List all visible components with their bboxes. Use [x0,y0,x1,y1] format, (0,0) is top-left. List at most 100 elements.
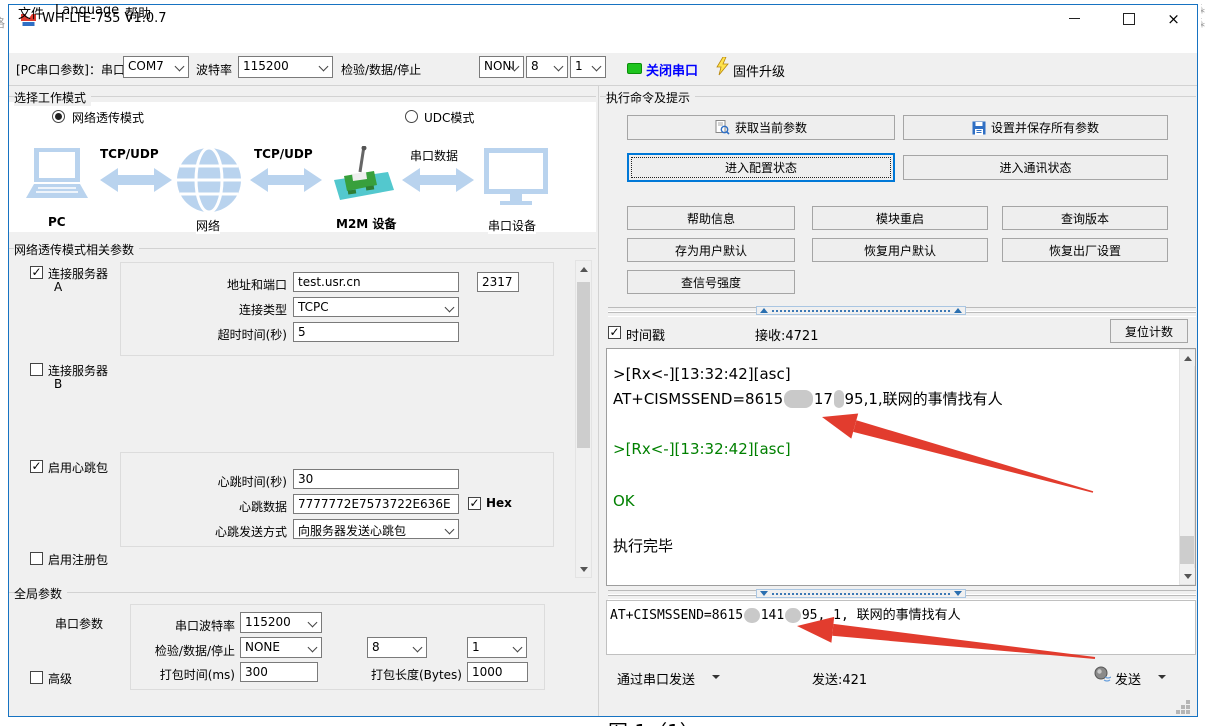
enter-comm-button[interactable]: 进入通讯状态 [903,155,1168,180]
menu-file[interactable]: 文件 [14,2,48,23]
advanced-label: 高级 [48,670,72,687]
conn-type-select[interactable]: TCPC [293,297,459,317]
heartbeat-label: 启用心跳包 [48,459,108,476]
firmware-upgrade-button[interactable]: 固件升级 [733,61,785,80]
tx-count: 发送:421 [812,669,867,688]
lightning-icon [716,57,729,76]
commands-header: 执行命令及提示 [606,89,695,106]
pack-len-label: 打包长度(Bytes) [360,666,462,683]
log-line: OK [613,492,635,510]
databits-select[interactable]: 8 [526,56,568,78]
log-line: 执行完毕 [613,535,673,556]
enter-config-button[interactable]: 进入配置状态 [627,153,895,182]
timeout-field[interactable]: 5 [293,322,459,342]
diagram-link1-label: TCP/UDP [100,147,159,161]
maximize-button[interactable] [1106,5,1151,32]
log-output[interactable] [606,348,1196,586]
send-button[interactable]: 发送 [1115,669,1141,688]
scroll-up-button[interactable] [576,261,591,277]
collapse-down-icon [760,591,768,596]
global-databits-select[interactable]: 8 [367,637,427,658]
scrollbar-thumb[interactable] [1180,536,1194,564]
server-a-checkbox[interactable] [30,266,43,279]
hb-data-field[interactable]: 7777772E7573722E636E [293,494,459,514]
parity-select[interactable]: NONI [479,56,524,78]
menu-language[interactable]: Language [51,2,123,19]
close-icon: × [1167,10,1180,28]
global-parity-select[interactable]: NONE [240,637,322,658]
close-button[interactable]: × [1151,5,1196,32]
signal-strength-button[interactable]: 查信号强度 [627,270,795,294]
query-version-button[interactable]: 查询版本 [1002,206,1168,230]
server-a-label-line2: A [54,280,62,294]
hb-mode-select[interactable]: 向服务器发送心跳包 [293,519,459,539]
register-checkbox[interactable] [30,552,43,565]
chevron-down-icon [592,62,602,72]
module-reboot-button[interactable]: 模块重启 [812,206,988,230]
timestamp-checkbox[interactable] [608,326,621,339]
hb-mode-label: 心跳发送方式 [157,523,287,540]
port-field[interactable]: 2317 [477,272,519,292]
pack-time-field[interactable]: 300 [240,662,318,682]
arrow-down-icon [1184,574,1192,579]
diagram-m2m-label: M2M 设备 [336,215,396,232]
chevron-down-icon [1158,675,1166,679]
log-splitter[interactable] [608,305,1196,316]
get-params-button[interactable]: 获取当前参数 [627,115,895,140]
send-splitter[interactable] [608,588,1196,599]
addr-field[interactable]: test.usr.cn [293,272,459,292]
send-via-select[interactable]: 通过串口发送 [617,669,695,688]
scroll-up-button[interactable] [1180,350,1195,366]
chevron-down-icon [445,303,455,313]
baud-select[interactable]: 115200 [238,56,333,78]
radio-net-transparent-mode[interactable] [52,110,65,123]
global-stopbits-select[interactable]: 1 [467,637,527,658]
monitor-icon [484,148,548,205]
close-port-button[interactable]: 关闭串口 [646,60,698,79]
save-user-default-button[interactable]: 存为用户默认 [627,238,795,262]
laptop-icon [26,148,88,198]
heartbeat-checkbox[interactable] [30,460,43,473]
reset-count-button[interactable]: 复位计数 [1110,319,1188,343]
resize-grip[interactable] [1186,700,1190,704]
hb-time-field[interactable]: 30 [293,469,459,489]
global-baud-select[interactable]: 115200 [240,612,322,633]
menu-help[interactable]: 帮助 [121,2,155,23]
radio-udc-mode[interactable] [405,110,418,123]
diagram-pc-label: PC [48,215,66,229]
background-window-fragment-left: 格 [0,14,8,30]
server-b-checkbox[interactable] [30,363,43,376]
minimize-button[interactable] [1052,5,1097,32]
arrow-down-icon [580,567,588,572]
pack-len-field[interactable]: 1000 [467,662,528,682]
timeout-label: 超时时间(秒) [157,326,287,343]
rx-count: 接收:4721 [755,325,818,344]
hb-data-label: 心跳数据 [157,498,287,515]
chevron-down-icon [308,618,318,628]
com-port-select[interactable]: COM7 [123,56,189,78]
log-line: >[Rx<-][13:32:42][asc] [613,365,791,383]
timestamp-label: 时间戳 [626,325,665,344]
chevron-down-icon [413,643,423,653]
advanced-checkbox[interactable] [30,671,43,684]
collapse-down-icon [954,591,962,596]
radio-udc-label: UDC模式 [424,109,474,126]
scrollbar-thumb[interactable] [577,282,590,448]
speaker-icon [1093,666,1111,683]
port-status-indicator-icon [627,63,642,74]
restore-user-default-button[interactable]: 恢复用户默认 [812,238,988,262]
diagram-net-label: 网络 [196,217,220,234]
stopbits-select[interactable]: 1 [570,56,606,78]
serial-params-label: 串口参数 [55,615,103,632]
scroll-down-button[interactable] [576,561,591,577]
pc-serial-label: [PC串口参数]：串口号 [16,61,137,78]
m2m-device-icon [334,146,394,200]
factory-reset-button[interactable]: 恢复出厂设置 [1002,238,1168,262]
help-info-button[interactable]: 帮助信息 [627,206,795,230]
set-save-params-button[interactable]: 设置并保存所有参数 [903,115,1168,140]
link-arrow-icon [402,168,474,192]
scroll-down-button[interactable] [1180,568,1195,584]
send-text: AT+CISMSSEND=8615881418895, 1, 联网的事情找有人 [610,604,961,623]
title-bar[interactable] [9,5,1197,33]
hex-checkbox[interactable] [468,497,481,510]
